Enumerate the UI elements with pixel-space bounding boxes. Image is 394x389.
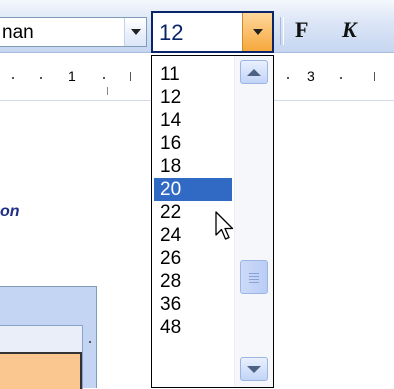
ruler-tick: [374, 72, 375, 81]
italic-button[interactable]: K: [342, 17, 357, 43]
font-size-dropdown-button[interactable]: [242, 13, 272, 51]
ruler-tick: [89, 341, 91, 343]
font-size-option[interactable]: 11: [154, 63, 232, 86]
toolbar-separator: [280, 17, 284, 45]
scroll-down-button[interactable]: [240, 357, 268, 381]
ruler-tick: [103, 77, 105, 79]
ruler-number: 3: [307, 68, 315, 84]
chevron-down-icon: [252, 29, 263, 35]
font-size-option[interactable]: 26: [154, 247, 232, 270]
font-size-option[interactable]: 18: [154, 155, 232, 178]
font-name-value: nan: [2, 22, 34, 43]
chevron-down-icon: [130, 29, 141, 35]
chevron-up-icon: [247, 68, 261, 76]
background-window-pane: [0, 325, 83, 389]
font-size-option[interactable]: 12: [154, 86, 232, 109]
ruler-indent-mark: [107, 87, 108, 95]
font-size-dropdown-list[interactable]: 11 12 14 16 18 20 22 24 26 28 36 48: [151, 55, 274, 388]
font-size-option[interactable]: 36: [154, 293, 232, 316]
ruler-tick: [130, 72, 131, 81]
font-name-combobox[interactable]: nan: [0, 17, 147, 47]
font-size-value[interactable]: 12: [157, 20, 186, 46]
scroll-up-button[interactable]: [240, 60, 268, 84]
document-text-fragment: on: [0, 203, 20, 220]
ruler-tick: [340, 77, 342, 79]
font-size-option[interactable]: 14: [154, 109, 232, 132]
font-size-option[interactable]: 48: [154, 316, 232, 339]
grip-line: [249, 282, 259, 283]
grip-line: [249, 273, 259, 274]
background-window: [0, 286, 97, 389]
grip-line: [249, 279, 259, 280]
chevron-down-icon: [247, 365, 261, 373]
mouse-pointer-icon: [215, 211, 234, 240]
font-size-combobox[interactable]: 12: [151, 11, 274, 53]
list-scrollbar[interactable]: [234, 56, 273, 387]
highlighted-cell: [0, 352, 82, 389]
font-name-dropdown-button[interactable]: [124, 18, 146, 46]
ruler-number: 1: [68, 68, 76, 84]
ruler-tick: [40, 77, 42, 79]
bold-button[interactable]: F: [295, 17, 308, 43]
scrollbar-thumb[interactable]: [240, 260, 268, 294]
ruler-tick: [12, 77, 14, 79]
font-size-option[interactable]: 28: [154, 270, 232, 293]
formatting-toolbar: nan 12 F K: [0, 0, 394, 53]
ruler-tick: [287, 77, 289, 79]
font-size-option[interactable]: 16: [154, 132, 232, 155]
grip-line: [249, 276, 259, 277]
font-size-option-selected[interactable]: 20: [154, 178, 232, 201]
